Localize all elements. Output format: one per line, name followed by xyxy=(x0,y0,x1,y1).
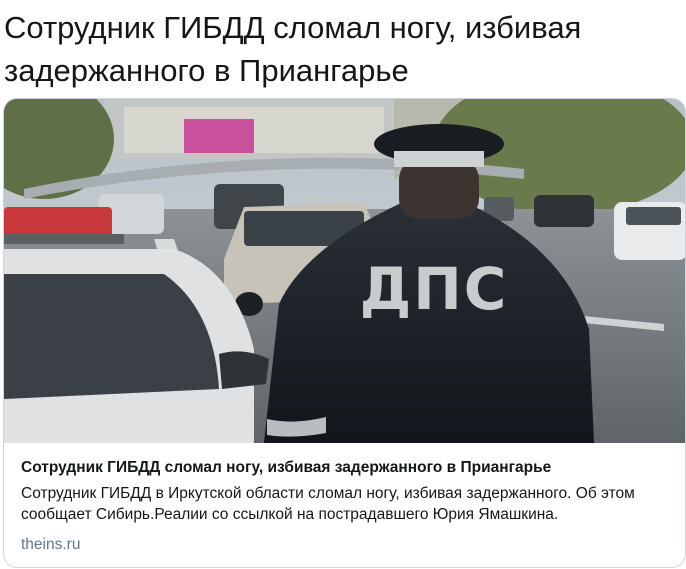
card-title[interactable]: Сотрудник ГИБДД сломал ногу, избивая зад… xyxy=(21,458,685,478)
card-body[interactable]: Сотрудник ГИБДД сломал ногу, избивая зад… xyxy=(4,443,685,555)
card-domain[interactable]: theins.ru xyxy=(21,535,685,555)
police-officer-photo: ДПС xyxy=(4,99,685,443)
tweet-text: Сотрудник ГИБДД сломал ногу, избивая зад… xyxy=(4,10,582,88)
card-image[interactable]: ДПС xyxy=(4,99,685,443)
jacket-label: ДПС xyxy=(360,255,509,323)
link-preview-card[interactable]: ДПС Сотрудник ГИБДД сломал ногу, избивая… xyxy=(3,98,686,568)
card-description: Сотрудник ГИБДД в Иркутской области слом… xyxy=(21,485,635,523)
